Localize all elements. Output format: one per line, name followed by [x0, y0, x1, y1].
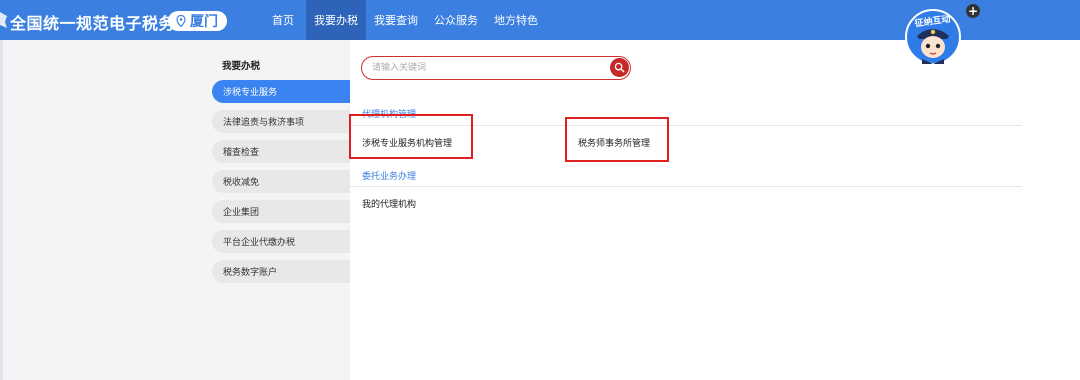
highlight-box	[349, 114, 473, 159]
nav-tax-handling[interactable]: 我要办税	[306, 0, 366, 40]
search-box	[361, 56, 631, 80]
section-title-entrusted-business: 委托业务办理	[362, 172, 417, 182]
nav-tax-query[interactable]: 我要查询	[366, 0, 426, 40]
sidebar-item-inspection[interactable]: 稽查检查	[212, 140, 350, 163]
top-header: 全国统一规范电子税务局 厦门 首页 我要办税 我要查询 公众服务 地方特色 征纳…	[0, 0, 1080, 65]
location-pin-icon	[176, 15, 186, 27]
site-logo-icon	[0, 12, 7, 28]
nav-home[interactable]: 首页	[264, 0, 302, 40]
nav-local-features[interactable]: 地方特色	[486, 0, 546, 40]
nav-public-service[interactable]: 公众服务	[426, 0, 486, 40]
highlight-box	[565, 117, 669, 162]
sidebar-title: 我要办税	[222, 61, 261, 72]
site-title[interactable]: 全国统一规范电子税务局	[10, 10, 192, 34]
sidebar-item-digital-account[interactable]: 税务数字账户	[212, 260, 350, 283]
sidebar-item-enterprise-group[interactable]: 企业集团	[212, 200, 350, 223]
search-icon	[614, 62, 625, 73]
region-selector[interactable]: 厦门	[168, 11, 227, 31]
sidebar-item-tax-reduction[interactable]: 税收减免	[212, 170, 350, 193]
sidebar-item-platform-enterprise[interactable]: 平台企业代缴办税	[212, 230, 350, 253]
sidebar-edge	[0, 40, 3, 380]
search-input[interactable]	[372, 60, 602, 76]
plus-icon[interactable]: +	[966, 4, 980, 18]
sidebar-item-tax-professional-service[interactable]: 涉税专业服务	[212, 80, 350, 103]
search-button[interactable]	[610, 58, 629, 77]
sidebar-item-legal-remedy[interactable]: 法律追责与救济事项	[212, 110, 350, 133]
main-nav: 首页 我要办税 我要查询 公众服务 地方特色	[264, 0, 546, 40]
assistant-avatar-icon[interactable]: 征纳互动	[904, 4, 962, 66]
region-label: 厦门	[190, 14, 218, 30]
link-my-agency[interactable]: 我的代理机构	[362, 197, 416, 210]
section-divider	[350, 186, 1022, 187]
